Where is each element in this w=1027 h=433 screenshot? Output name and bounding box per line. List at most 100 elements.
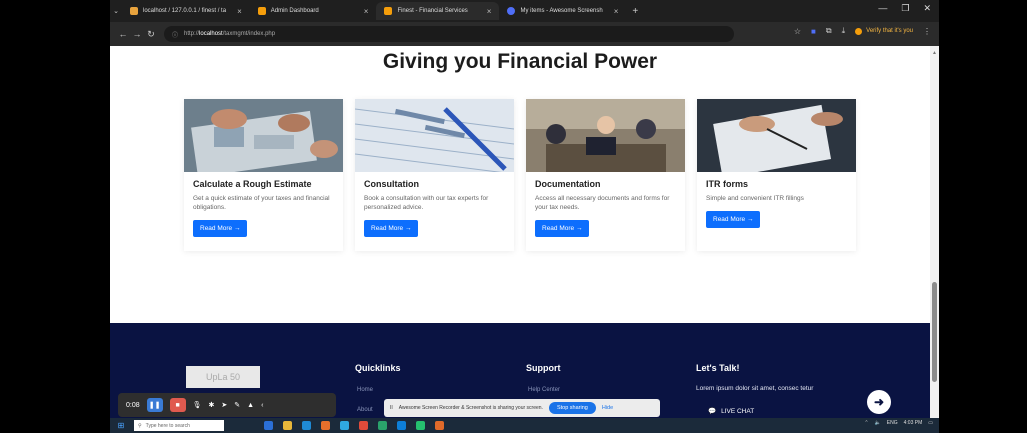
service-card: Calculate a Rough Estimate Get a quick e…	[184, 99, 343, 251]
card-description: Simple and convenient ITR fillings	[706, 195, 804, 202]
close-icon[interactable]: ×	[614, 7, 619, 16]
scroll-up-icon[interactable]: ▲	[932, 50, 937, 56]
footer-link[interactable]: About	[357, 407, 373, 413]
tab-admin-dashboard[interactable]: Admin Dashboard ×	[250, 2, 377, 20]
language-indicator[interactable]: ENG	[887, 420, 898, 426]
phpmyadmin-icon	[130, 7, 138, 15]
close-icon[interactable]: ×	[487, 7, 492, 16]
page-scrollbar[interactable]: ▲	[930, 46, 939, 418]
card-title: Consultation	[364, 179, 419, 189]
address-bar[interactable]: ⓘ http://localhost/taxmgmt/index.php	[164, 26, 734, 42]
live-chat-link[interactable]: 💬 LIVE CHAT	[708, 407, 755, 416]
hide-button[interactable]: Hide	[602, 405, 613, 411]
lets-talk-heading: Let's Talk!	[696, 363, 740, 373]
card-image-documentation	[526, 99, 685, 172]
volume-icon[interactable]: 🔈	[875, 420, 881, 426]
scroll-fab-button[interactable]: ➜	[867, 390, 891, 414]
consultation-photo	[355, 99, 514, 172]
read-more-button[interactable]: Read More →	[193, 220, 248, 237]
read-more-button[interactable]: Read More →	[535, 220, 590, 237]
tab-label: Finest - Financial Services	[397, 8, 468, 14]
share-message: Awesome Screen Recorder & Screenshot is …	[398, 405, 543, 411]
app-icon[interactable]	[340, 421, 349, 430]
stop-icon[interactable]: ■	[169, 398, 186, 412]
restore-icon[interactable]: ❐	[901, 3, 909, 14]
pause-icon[interactable]: ❚❚	[146, 398, 163, 412]
scrollbar-thumb[interactable]	[932, 282, 937, 382]
tab-phpmyadmin[interactable]: localhost / 127.0.0.1 / finest / ta ×	[122, 2, 250, 20]
new-tab-icon[interactable]: +	[626, 6, 644, 17]
windows-start-icon[interactable]: ⊞	[114, 421, 128, 430]
toolbar-actions: ☆ ■ ⧉ ⤓ Verify that it's you ⋮	[794, 26, 931, 36]
pointer-icon[interactable]: ➤	[221, 401, 227, 409]
pen-icon[interactable]: ✎	[234, 401, 240, 409]
itr-photo	[697, 99, 856, 172]
extension-icon[interactable]: ■	[811, 27, 816, 36]
notification-icon[interactable]: ▭	[928, 420, 933, 426]
edge-icon[interactable]	[302, 421, 311, 430]
search-placeholder: Type here to search	[145, 422, 190, 429]
folder-icon[interactable]	[283, 421, 292, 430]
recording-time: 0:08	[126, 401, 140, 409]
footer-link[interactable]: Help Center	[528, 387, 560, 393]
recorder-toolbar: 0:08 ❚❚ ■ 🎙 ✱ ➤ ✎ ▲ ‹	[118, 393, 336, 417]
card-body: Documentation Access all necessary docum…	[526, 172, 685, 244]
clock[interactable]: 4:03 PM	[904, 420, 923, 426]
info-icon[interactable]: ⓘ	[172, 30, 178, 39]
mic-off-icon[interactable]: 🎙	[193, 401, 202, 409]
pause-share-icon: II	[390, 405, 393, 411]
extensions-puzzle-icon[interactable]: ⧉	[826, 26, 832, 36]
search-icon: ⚲	[138, 422, 142, 429]
footer-logo[interactable]: UpLa 50	[186, 366, 260, 388]
section-title: Giving you Financial Power	[382, 50, 658, 73]
profile-verify-button[interactable]: Verify that it's you	[855, 27, 913, 35]
card-description: Book a consultation with our tax experts…	[364, 195, 489, 211]
card-image-itr	[697, 99, 856, 172]
stop-sharing-button[interactable]: Stop sharing	[548, 402, 596, 414]
forward-icon[interactable]: →	[130, 29, 144, 39]
app-icon[interactable]	[378, 421, 387, 430]
screen-share-bar: II Awesome Screen Recorder & Screenshot …	[384, 399, 660, 417]
profile-avatar	[855, 27, 863, 35]
lets-talk-text: Lorem ipsum dolor sit amet, consec tetur	[696, 385, 814, 392]
footer-link[interactable]: Home	[357, 387, 373, 393]
estimate-photo	[184, 99, 343, 172]
app-icon[interactable]	[435, 421, 444, 430]
live-chat-label: LIVE CHAT	[721, 407, 755, 415]
read-more-button[interactable]: Read More →	[364, 220, 419, 237]
service-card: Documentation Access all necessary docum…	[526, 99, 685, 251]
collapse-icon[interactable]: ‹	[261, 402, 263, 409]
menu-kebab-icon[interactable]: ⋮	[923, 27, 931, 36]
taskbar-search[interactable]: ⚲ Type here to search	[134, 420, 224, 431]
download-icon[interactable]: ⤓	[842, 26, 846, 36]
tab-awesome-screenshot[interactable]: My items - Awesome Screensh ×	[499, 2, 626, 20]
tab-search-icon[interactable]: ⌄	[110, 7, 122, 15]
highlighter-icon[interactable]: ▲	[247, 402, 254, 409]
close-icon[interactable]: ×	[237, 7, 242, 16]
whatsapp-icon[interactable]	[416, 421, 425, 430]
app-icon[interactable]	[264, 421, 273, 430]
service-card: Consultation Book a consultation with ou…	[355, 99, 514, 251]
vscode-icon[interactable]	[397, 421, 406, 430]
tab-finest[interactable]: Finest - Financial Services ×	[376, 2, 500, 20]
close-window-icon[interactable]: ✕	[923, 3, 931, 14]
reload-icon[interactable]: ↻	[144, 29, 158, 40]
system-tray: ⌃ 🔈 ENG 4:03 PM ▭	[864, 420, 933, 426]
tab-strip: ⌄ localhost / 127.0.0.1 / finest / ta × …	[110, 0, 939, 22]
back-icon[interactable]: ←	[116, 29, 130, 39]
tab-label: Admin Dashboard	[270, 8, 319, 14]
camera-off-icon[interactable]: ✱	[209, 401, 215, 409]
read-more-button[interactable]: Read More →	[706, 211, 761, 228]
chrome-icon[interactable]	[359, 421, 368, 430]
app-icon[interactable]	[321, 421, 330, 430]
site-icon	[384, 7, 393, 15]
close-icon[interactable]: ×	[364, 7, 369, 16]
windows-taskbar: ⊞ ⚲ Type here to search ⌃ 🔈 ENG 4:03 PM …	[110, 418, 939, 433]
quicklinks-heading: Quicklinks	[355, 363, 401, 373]
tray-chevron-icon[interactable]: ⌃	[864, 420, 868, 426]
minimize-icon[interactable]: —	[878, 3, 887, 14]
bookmark-star-icon[interactable]: ☆	[794, 27, 801, 36]
tab-label: My items - Awesome Screensh	[520, 8, 603, 14]
card-title: ITR forms	[706, 179, 749, 189]
card-body: Consultation Book a consultation with ou…	[355, 172, 514, 244]
